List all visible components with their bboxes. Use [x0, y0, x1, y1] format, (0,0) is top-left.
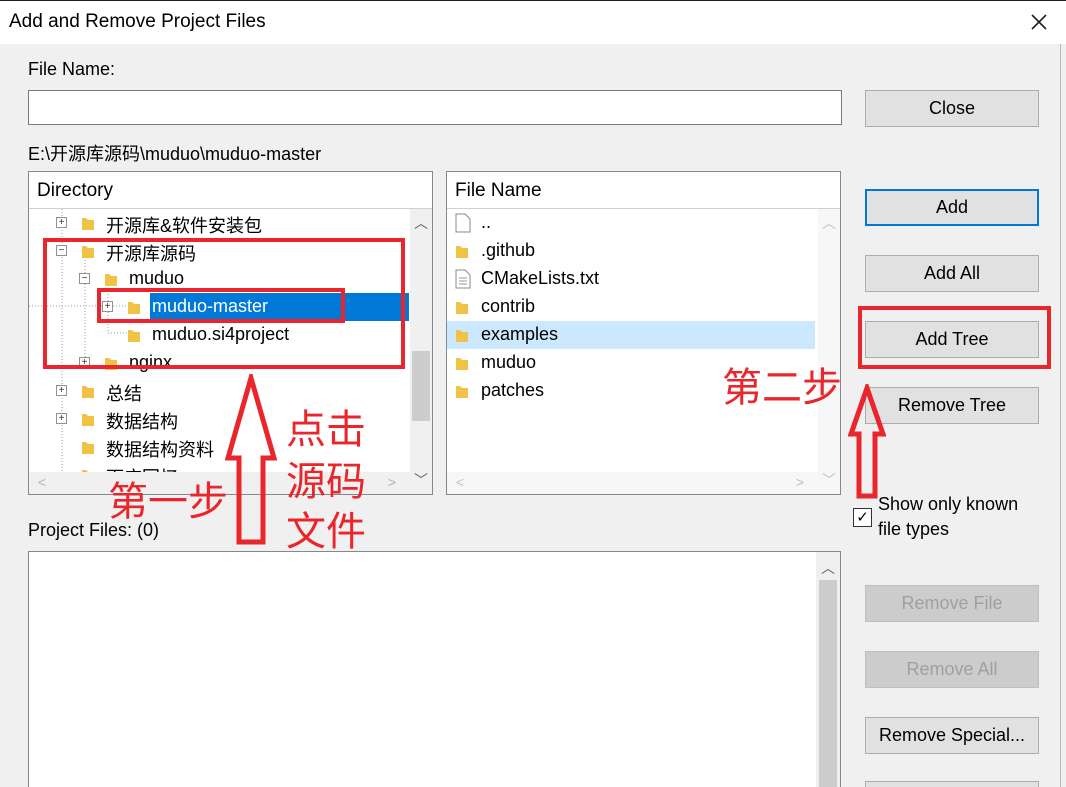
file-row[interactable]: .github	[447, 237, 819, 265]
folder-icon	[455, 383, 469, 399]
file-label: .github	[481, 240, 536, 260]
file-icon	[455, 213, 471, 233]
folder-icon	[455, 327, 469, 343]
window-title: Add and Remove Project Files	[9, 11, 266, 32]
folder-icon	[81, 383, 95, 399]
directory-label: 数据结构资料	[106, 440, 214, 460]
file-hscrollbar[interactable]: < >	[447, 472, 819, 494]
scroll-thumb[interactable]	[412, 351, 430, 421]
file-label: contrib	[481, 296, 536, 316]
folder-icon	[81, 411, 95, 427]
scroll-right-icon[interactable]: >	[789, 474, 811, 490]
remove-file-button[interactable]: Remove File	[865, 585, 1039, 622]
partial-button[interactable]	[865, 781, 1039, 787]
scroll-down-icon[interactable]: ﹀	[818, 470, 840, 490]
scroll-left-icon[interactable]: <	[449, 474, 471, 490]
expand-icon[interactable]: +	[56, 217, 67, 228]
scroll-thumb[interactable]	[819, 580, 837, 787]
folder-icon	[81, 439, 95, 455]
directory-row[interactable]: + 总结	[29, 377, 411, 405]
annotation-click-1: 点击	[286, 407, 366, 453]
directory-label: 总结	[106, 384, 142, 404]
file-row[interactable]: ..	[447, 209, 819, 237]
remove-all-button[interactable]: Remove All	[865, 651, 1039, 688]
file-name-input[interactable]	[28, 90, 842, 125]
annotation-step2: 第二步	[722, 365, 842, 411]
current-path: E:\开源库源码\muduo\muduo-master	[28, 144, 322, 164]
show-known-label-2: file types	[878, 519, 950, 539]
scroll-left-icon[interactable]: <	[31, 474, 53, 490]
show-known-label: Show only known	[878, 494, 1019, 514]
annotation-arrow-up-2	[848, 384, 886, 499]
expand-icon[interactable]: +	[56, 413, 67, 424]
close-button[interactable]: Close	[865, 90, 1039, 127]
project-vscrollbar[interactable]: ︿	[816, 552, 840, 787]
file-row[interactable]: CMakeLists.txt	[447, 265, 819, 293]
document-icon	[455, 269, 471, 289]
file-label: CMakeLists.txt	[481, 268, 600, 288]
remove-special-button[interactable]: Remove Special...	[865, 717, 1039, 754]
annotation-box-muduo-master	[97, 288, 345, 323]
window-frame	[1060, 44, 1066, 787]
annotation-click-3: 文件	[286, 509, 366, 555]
file-label: examples	[481, 324, 559, 344]
directory-header[interactable]: Directory	[29, 172, 432, 209]
annotation-step1: 第一步	[108, 479, 228, 525]
project-files-list[interactable]: ︿	[28, 551, 841, 787]
close-window-icon[interactable]	[1022, 7, 1056, 39]
directory-vscrollbar[interactable]: ︿ ﹀	[410, 209, 432, 494]
directory-row[interactable]: + 开源库&软件安装包	[29, 209, 411, 237]
directory-label: 数据结构	[106, 412, 178, 432]
file-name-label: File Name:	[28, 59, 116, 79]
file-label: ..	[481, 212, 492, 232]
scroll-up-icon[interactable]: ︿	[818, 213, 840, 233]
show-known-checkbox[interactable]: ✓	[853, 508, 872, 527]
file-row[interactable]: contrib	[447, 293, 819, 321]
folder-icon	[455, 299, 469, 315]
folder-icon	[81, 215, 95, 231]
file-name-header[interactable]: File Name	[447, 172, 840, 209]
add-button[interactable]: Add	[865, 189, 1039, 226]
annotation-arrow-up-1	[225, 374, 277, 545]
folder-icon	[455, 355, 469, 371]
remove-tree-button[interactable]: Remove Tree	[865, 387, 1039, 424]
scroll-up-icon[interactable]: ︿	[817, 558, 839, 578]
file-label: muduo	[481, 352, 537, 372]
scroll-down-icon[interactable]: ﹀	[410, 470, 432, 490]
file-list[interactable]: File Name .. .github CMakeLists.txt cont…	[446, 171, 841, 495]
add-all-button[interactable]: Add All	[865, 255, 1039, 292]
title-bar: Add and Remove Project Files	[0, 0, 1066, 44]
folder-icon	[455, 243, 469, 259]
directory-label: 开源库&软件安装包	[106, 216, 263, 236]
scroll-up-icon[interactable]: ︿	[410, 213, 432, 233]
file-row-selected[interactable]: examples	[447, 321, 815, 349]
scroll-right-icon[interactable]: >	[381, 474, 403, 490]
file-label: patches	[481, 380, 545, 400]
annotation-box-add-tree	[858, 306, 1051, 369]
file-vscrollbar[interactable]: ︿ ﹀	[818, 209, 840, 494]
expand-icon[interactable]: +	[56, 385, 67, 396]
annotation-click-2: 源码	[286, 459, 366, 505]
